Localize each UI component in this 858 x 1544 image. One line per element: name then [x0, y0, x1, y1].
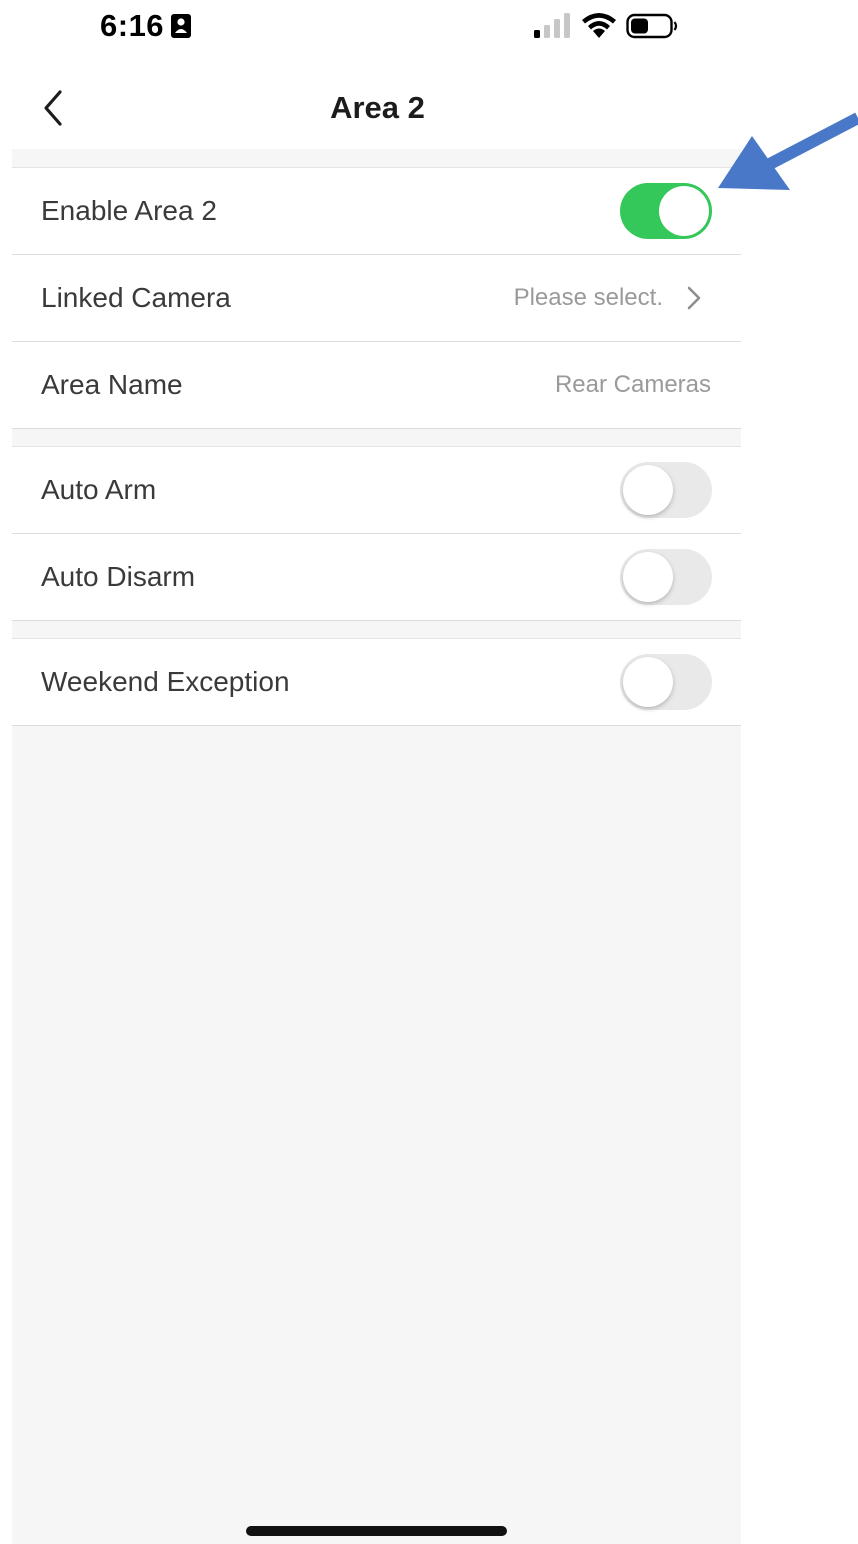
weekend-exception-toggle[interactable] — [620, 654, 712, 710]
row-area-name[interactable]: Area Name Rear Cameras — [12, 342, 741, 429]
row-label: Auto Disarm — [41, 561, 196, 592]
settings-group-general: Enable Area 2 Linked Camera Please selec… — [12, 167, 741, 429]
signal-icon — [534, 13, 570, 38]
phone-screen: 6:16 Area 2 Enable Area 2 Linked Camera … — [0, 0, 858, 1544]
toggle-knob — [623, 657, 673, 707]
row-label: Enable Area 2 — [41, 195, 217, 226]
annotation-arrow-icon — [718, 112, 858, 190]
row-linked-camera[interactable]: Linked Camera Please select. — [12, 255, 741, 342]
enable-area-toggle[interactable] — [620, 183, 712, 239]
area-name-value: Rear Cameras — [554, 371, 711, 398]
battery-icon — [626, 13, 678, 39]
row-enable-area: Enable Area 2 — [12, 168, 741, 255]
row-weekend-exception: Weekend Exception — [12, 639, 741, 726]
row-label: Linked Camera — [41, 282, 231, 313]
row-auto-arm: Auto Arm — [12, 447, 741, 534]
settings-group-exceptions: Weekend Exception — [12, 638, 741, 726]
row-label: Area Name — [41, 369, 183, 400]
row-auto-disarm: Auto Disarm — [12, 534, 741, 621]
home-indicator — [246, 1526, 507, 1536]
row-label: Auto Arm — [41, 474, 157, 505]
wifi-icon — [582, 13, 616, 38]
status-bar: 6:16 — [0, 0, 858, 60]
toggle-knob — [623, 552, 673, 602]
auto-arm-toggle[interactable] — [620, 462, 712, 518]
page-title: Area 2 — [330, 90, 425, 125]
contact-card-icon — [171, 14, 191, 38]
settings-group-schedule: Auto Arm Auto Disarm — [12, 446, 741, 621]
toggle-knob — [623, 465, 673, 515]
linked-camera-value: Please select. — [513, 284, 663, 311]
toggle-knob — [659, 186, 709, 236]
settings-content: Enable Area 2 Linked Camera Please selec… — [12, 149, 741, 1544]
auto-disarm-toggle[interactable] — [620, 549, 712, 605]
status-time: 6:16 — [100, 8, 165, 43]
row-label: Weekend Exception — [41, 666, 290, 697]
chevron-right-icon — [687, 286, 701, 310]
